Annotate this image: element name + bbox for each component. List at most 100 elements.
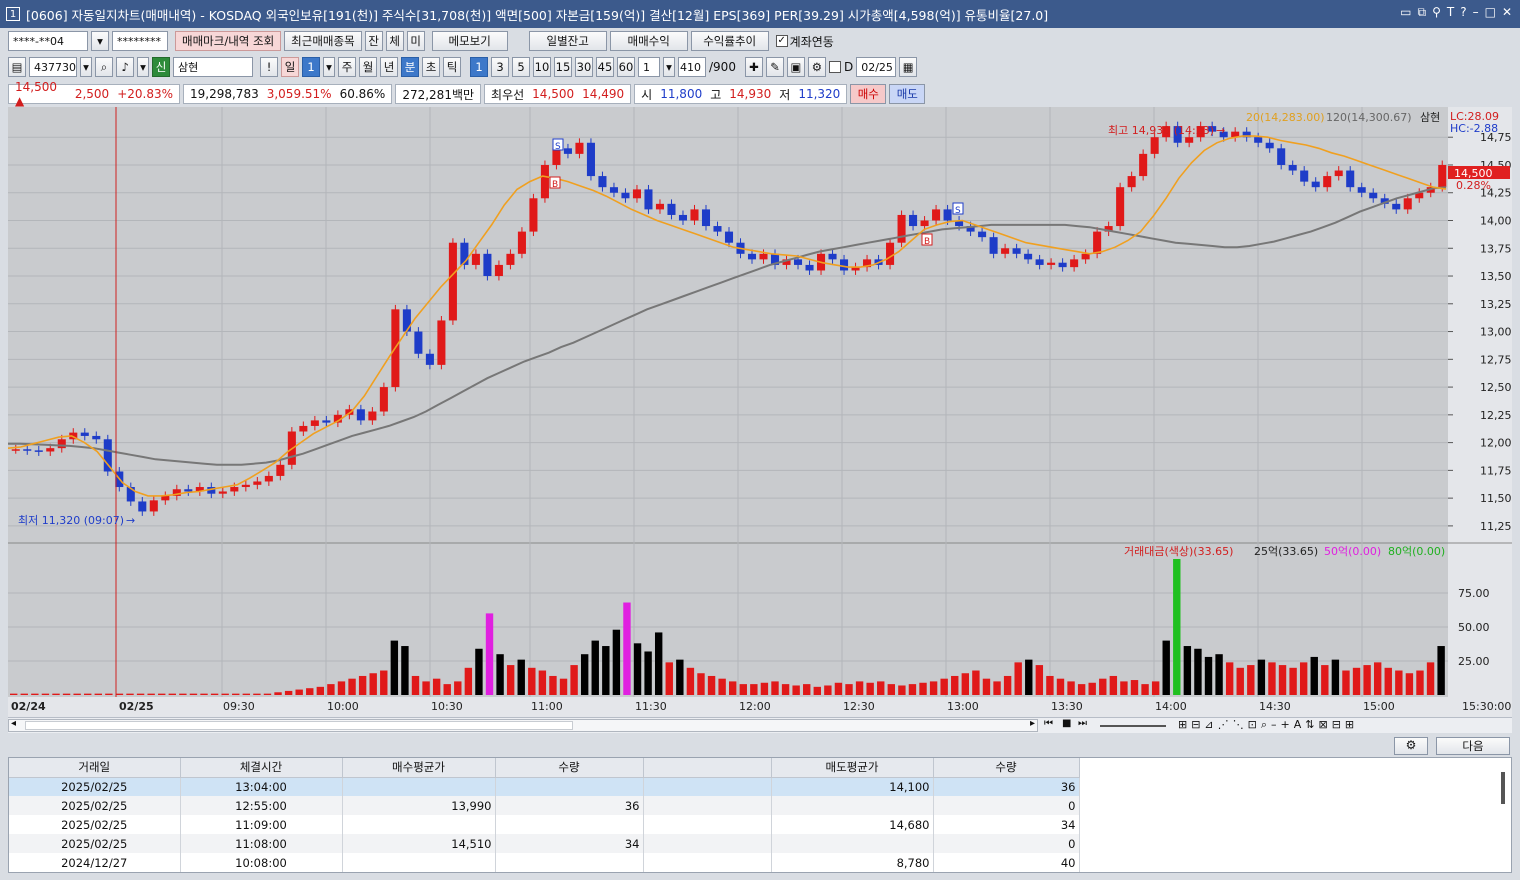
search-icon[interactable]: ⌕ — [95, 57, 113, 77]
minute-30[interactable]: 30 — [575, 57, 593, 77]
col-buy-qty[interactable]: 수량 — [495, 758, 644, 778]
count-input[interactable]: 410 — [678, 57, 706, 77]
account-link-checkbox[interactable]: ✓ 계좌연동 — [775, 33, 834, 50]
trade-profit-button[interactable]: 매매수익 — [609, 31, 688, 51]
col-trade-date[interactable]: 거래일 — [9, 758, 181, 778]
return-trend-button[interactable]: 수익률추이 — [690, 31, 769, 51]
y-tick-label: 12,250 — [1480, 409, 1512, 422]
stock-name-field[interactable]: 삼현 — [173, 57, 253, 77]
rewind-icon[interactable]: ⏮ — [1044, 718, 1053, 729]
minute-5[interactable]: 5 — [512, 57, 530, 77]
next-button[interactable]: 다음 — [1436, 737, 1510, 755]
minute-45[interactable]: 45 — [596, 57, 614, 77]
buy-marker-2[interactable]: B — [921, 233, 933, 247]
price-volume-chart[interactable]: 14,75014,50014,25014,00013,75013,50013,2… — [8, 107, 1512, 717]
drawing-tools[interactable]: ⊞⊟⊿⋰⋱⊡⌕–+A⇅⊠⊟⊞ — [1178, 718, 1358, 732]
minimize-button[interactable]: – — [1473, 5, 1479, 20]
minute-1[interactable]: 1 — [470, 57, 488, 77]
cascade-icon[interactable]: ⧉ — [1418, 5, 1427, 20]
x-tick-label: 12:00 — [739, 700, 771, 713]
account-dropdown-icon[interactable]: ▾ — [91, 31, 109, 51]
period-second[interactable]: 초 — [422, 57, 440, 77]
stock-code-input[interactable]: 437730 — [29, 57, 77, 77]
gear-icon[interactable]: ⚙ — [807, 57, 826, 77]
zoom-slider[interactable] — [1100, 725, 1166, 727]
help-icon[interactable]: ? — [1460, 5, 1466, 20]
memo-button[interactable]: 메모보기 — [431, 31, 508, 51]
forward-icon[interactable]: ⏭ — [1078, 718, 1087, 729]
recent-trades-button[interactable]: 최근매매종목 — [284, 31, 362, 51]
col-buy-avg[interactable]: 매수평균가 — [342, 758, 496, 778]
table-row[interactable]: 2024/12/27 10:08:00 8,780 40 — [9, 853, 1080, 872]
sell-button[interactable]: 매도 — [889, 84, 926, 104]
maximize-button[interactable]: □ — [1485, 5, 1496, 20]
close-button[interactable]: ✕ — [1502, 5, 1512, 20]
calendar-icon[interactable]: ▦ — [899, 57, 918, 77]
candle-body — [149, 500, 158, 512]
trade-mark-button[interactable]: 매매마크/내역 조회 — [175, 31, 282, 51]
unexecuted-button[interactable]: 미 — [406, 31, 425, 51]
col-sell-avg[interactable]: 매도평균가 — [771, 758, 934, 778]
chart-panel[interactable]: 14,75014,50014,25014,00013,75013,50013,2… — [8, 107, 1512, 717]
change-rate: +20.83% — [117, 87, 173, 101]
volume-bar — [602, 646, 610, 695]
period-month[interactable]: 월 — [359, 57, 377, 77]
minute-10[interactable]: 10 — [533, 57, 551, 77]
period-year[interactable]: 년 — [380, 57, 398, 77]
period-day-count[interactable]: 1 — [302, 57, 320, 77]
table-scrollbar[interactable] — [1501, 772, 1505, 804]
y-tick-label: 12,000 — [1480, 437, 1512, 450]
y-tick-label: 12,500 — [1480, 381, 1512, 394]
minute-60[interactable]: 60 — [617, 57, 635, 77]
volume-tick-label: 50.00 — [1458, 621, 1490, 634]
open-label: 시 — [641, 87, 653, 102]
save-icon[interactable]: ▣ — [786, 57, 805, 77]
minute-15[interactable]: 15 — [554, 57, 572, 77]
table-row[interactable]: 2025/02/25 13:04:00 14,100 36 — [9, 777, 1080, 796]
buy-button[interactable]: 매수 — [850, 84, 887, 104]
interval-dropdown-icon[interactable]: ▾ — [663, 57, 675, 77]
password-field[interactable]: ******** — [112, 31, 168, 51]
code-dropdown-icon[interactable]: ▾ — [80, 57, 92, 77]
scroll-thumb[interactable] — [25, 721, 573, 730]
speaker-dropdown-icon[interactable]: ▾ — [137, 57, 149, 77]
period-day[interactable]: 일 — [281, 57, 299, 77]
sell-marker-2[interactable]: S — [952, 202, 964, 216]
buy-marker-1[interactable]: B — [549, 176, 561, 190]
scroll-left-icon[interactable]: ◂ — [11, 718, 16, 729]
table-row[interactable]: 2025/02/25 11:08:00 14,510 34 0 — [9, 834, 1080, 853]
interval-input[interactable]: 1 — [638, 57, 660, 77]
draw-icon[interactable]: ✎ — [765, 57, 784, 77]
minute-3[interactable]: 3 — [491, 57, 509, 77]
horizontal-scrollbar[interactable]: ◂ ▸ — [8, 718, 1038, 732]
app-icon[interactable]: 1 — [6, 7, 20, 21]
tile-icon[interactable]: ▭ — [1400, 5, 1411, 20]
executed-button[interactable]: 체 — [385, 31, 404, 51]
col-exec-time[interactable]: 체결시간 — [180, 758, 343, 778]
period-week[interactable]: 주 — [338, 57, 356, 77]
date-input[interactable]: 02/25 — [856, 57, 897, 77]
daily-balance-button[interactable]: 일별잔고 — [528, 31, 607, 51]
crosshair-icon[interactable]: ✚ — [744, 57, 763, 77]
period-tick[interactable]: 틱 — [443, 57, 461, 77]
pin-icon[interactable]: ⚲ — [1432, 5, 1441, 20]
settings-icon[interactable]: ⚙ — [1394, 737, 1428, 755]
alert-icon[interactable]: ! — [260, 57, 278, 77]
col-sell-qty[interactable]: 수량 — [933, 758, 1080, 778]
speaker-icon[interactable]: ♪ — [116, 57, 134, 77]
date-checkbox[interactable] — [828, 61, 841, 73]
period-dropdown-icon[interactable]: ▾ — [323, 57, 335, 77]
col-blank[interactable] — [643, 758, 772, 778]
font-icon[interactable]: T — [1447, 5, 1454, 20]
balance-button[interactable]: 잔 — [364, 31, 383, 51]
account-select[interactable]: ****-**04 — [8, 31, 88, 51]
candle-body — [586, 142, 595, 177]
sell-marker-1[interactable]: S — [552, 138, 564, 152]
stop-icon[interactable]: ■ — [1062, 718, 1071, 729]
period-minute[interactable]: 분 — [401, 57, 419, 77]
scroll-right-icon[interactable]: ▸ — [1030, 718, 1035, 729]
table-row[interactable]: 2025/02/25 11:09:00 14,680 34 — [9, 815, 1080, 834]
candle-body — [978, 231, 987, 238]
table-row[interactable]: 2025/02/25 12:55:00 13,990 36 0 — [9, 796, 1080, 815]
layout-icon[interactable]: ▤ — [8, 57, 26, 77]
